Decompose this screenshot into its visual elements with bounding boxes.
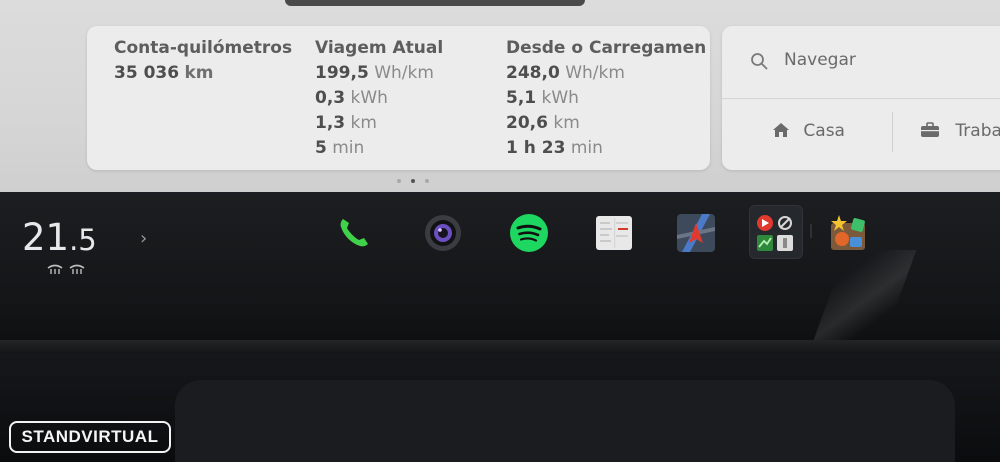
current-trip-unit: Wh/km [374,63,434,83]
work-shortcut-label: Traba [955,121,1000,141]
screen-top-area: Conta-quilómetros 35 036 km Viagem Atual… [0,0,1000,192]
toybox-icon [831,215,865,250]
navigation-app-button[interactable] [676,213,716,253]
phone-app-button[interactable] [334,213,374,253]
search-icon [751,53,768,70]
since-charge-unit: min [570,138,603,158]
page-indicator[interactable] [395,177,435,185]
home-shortcut-label: Casa [803,121,845,141]
app-launcher-icon [757,215,793,251]
since-charge-row: 20,6 km [506,111,706,136]
since-charge-row: 248,0 Wh/km [506,61,706,86]
current-trip-value: 1,3 [315,113,346,133]
current-trip-row: 5 min [315,136,443,161]
current-trip-unit: kWh [350,88,388,108]
since-charge-value: 20,6 [506,113,548,133]
toybox-app-button[interactable] [828,213,868,253]
since-charge-unit: km [553,113,580,133]
rear-defrost-icon[interactable] [46,262,90,276]
chevron-right-icon[interactable]: › [140,228,147,249]
odometer-unit: km [184,63,214,83]
page-dot-active[interactable] [411,179,415,183]
watermark-logo: STANDVIRTUAL [9,421,171,453]
briefcase-icon [921,122,939,137]
odometer-value: 35 036 [114,63,180,83]
current-trip-unit: km [350,113,377,133]
spotify-app-button[interactable] [509,213,549,253]
cabin-temperature[interactable]: 21.5 [22,218,97,260]
since-charge-value: 248,0 [506,63,560,83]
phone-icon [340,219,368,247]
shortcut-divider [892,112,893,152]
navigation-card: Navegar Casa Traba [722,26,1000,170]
current-trip-unit: min [332,138,365,158]
since-charge-title: Desde o Carregamen [506,38,707,58]
page-dot[interactable] [425,179,429,183]
since-charge-unit: kWh [541,88,579,108]
current-trip-value: 5 [315,138,327,158]
odometer-title: Conta-quilómetros [114,38,293,58]
since-charge-value: 5,1 [506,88,537,108]
maps-icon [677,214,715,252]
calendar-icon [596,216,632,250]
camera-icon [425,215,461,251]
screen-bottom-bezel [0,340,1000,354]
since-charge-value: 1 h 23 [506,138,566,158]
console-panel [175,380,955,462]
spotify-icon [510,214,548,252]
camera-app-button[interactable] [423,213,463,253]
home-shortcut-button[interactable]: Casa [772,121,845,141]
current-trip-title: Viagem Atual [315,38,444,58]
since-charge-column: Desde o Carregamen 248,0 Wh/km 5,1 kWh 2… [506,36,706,161]
odometer-row: 35 036 km [114,61,292,86]
current-trip-row: 0,3 kWh [315,86,443,111]
calendar-app-button[interactable] [594,213,634,253]
current-trip-column: Viagem Atual 199,5 Wh/km 0,3 kWh 1,3 km … [315,36,443,161]
temperature-decimal: .5 [69,223,97,257]
current-trip-row: 1,3 km [315,111,443,136]
dock-separator [810,224,812,238]
navigate-search-field[interactable]: Navegar [722,26,1000,99]
since-charge-row: 1 h 23 min [506,136,706,161]
current-trip-value: 0,3 [315,88,346,108]
temperature-integer: 21 [22,216,70,259]
work-shortcut-button[interactable]: Traba [920,121,1000,141]
page-dot[interactable] [397,179,401,183]
home-icon [773,123,789,137]
current-trip-value: 199,5 [315,63,369,83]
since-charge-unit: Wh/km [565,63,625,83]
since-charge-row: 5,1 kWh [506,86,706,111]
navigate-placeholder: Navegar [784,50,856,70]
app-launcher-button[interactable] [755,213,795,253]
current-trip-row: 199,5 Wh/km [315,61,443,86]
trip-info-card: Conta-quilómetros 35 036 km Viagem Atual… [87,26,710,170]
odometer-column: Conta-quilómetros 35 036 km [114,36,292,86]
top-panel-edge [285,0,585,6]
